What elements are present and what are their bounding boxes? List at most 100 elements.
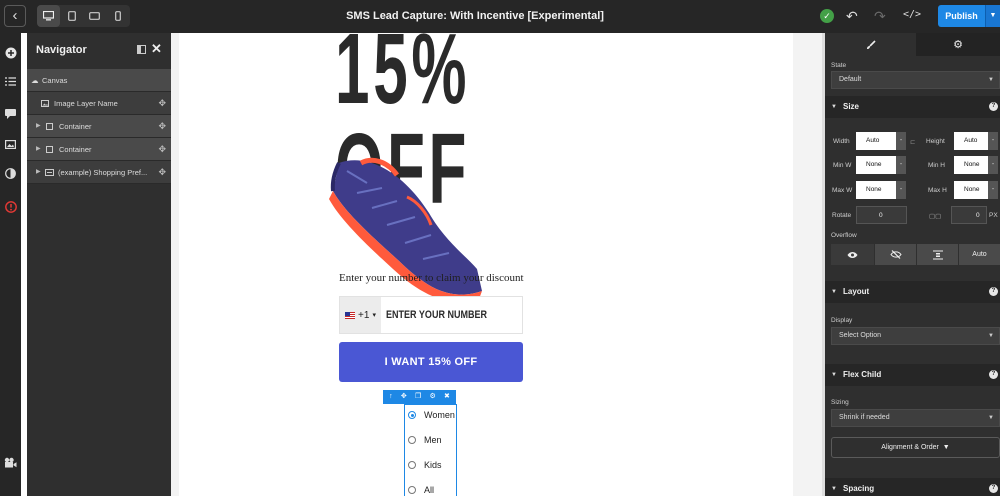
nav-item-container[interactable]: ▶ Container ✥ [27,115,171,138]
section-flex-child[interactable]: ▼ Flex Child ? [825,364,1000,386]
state-value: Default [839,76,862,83]
select-parent-icon[interactable]: ↑ [389,390,393,404]
video-tutorials-button[interactable] [3,455,18,470]
tab-settings[interactable]: ⚙ [916,33,1000,56]
move-icon[interactable]: ✥ [158,92,166,115]
max-width-unit-button[interactable]: - [896,181,906,199]
delete-icon[interactable]: ✖ [444,390,450,404]
chevron-down-icon: ▼ [988,77,994,83]
section-layout[interactable]: ▼ Layout ? [825,281,1000,303]
navigator-button[interactable] [3,74,18,89]
help-icon[interactable]: ? [989,484,998,493]
tablet-landscape-view-button[interactable] [83,5,106,27]
close-icon[interactable]: ✕ [151,41,162,57]
headline-discount[interactable]: 15% [335,33,470,119]
alignment-order-button[interactable]: Alignment & Order ▼ [831,437,1000,458]
radio-option[interactable]: All [408,484,434,496]
radio-button[interactable] [408,486,416,494]
overflow-hidden-button[interactable] [875,244,916,265]
chevron-down-icon: ▼ [831,104,837,110]
code-view-button[interactable]: </> [903,9,921,20]
section-size[interactable]: ▼ Size ? [825,96,1000,118]
max-height-label: Max H [928,187,947,194]
undo-icon[interactable]: ↶ [846,8,858,24]
max-height-unit-button[interactable]: - [988,181,998,199]
tab-style[interactable] [825,33,916,56]
mobile-view-button[interactable] [106,5,129,27]
duplicate-icon[interactable]: ❐ [415,390,421,404]
publish-options-button[interactable]: ▼ [985,5,1000,27]
editor-canvas[interactable]: 15% OFF Enter your number to claim your … [171,33,825,496]
link-icon[interactable]: ⊏ [910,138,915,146]
width-input[interactable]: Auto [856,132,896,150]
chevron-down-icon: ▼ [831,372,837,378]
desktop-view-button[interactable] [37,5,60,27]
add-element-button[interactable] [3,45,18,60]
height-input[interactable]: Auto [954,132,988,150]
media-button[interactable] [3,137,18,152]
phone-input-placeholder[interactable]: ENTER YOUR NUMBER [386,297,487,333]
phone-input-field[interactable]: +1 ▾ ENTER YOUR NUMBER [339,296,523,334]
expand-arrow-icon[interactable]: ▶ [36,161,41,184]
dock-panel-icon[interactable] [137,45,146,54]
tablet-view-button[interactable] [60,5,83,27]
nav-item-container[interactable]: ▶ Container ✥ [27,138,171,161]
max-height-input[interactable]: None [954,181,988,199]
width-unit-button[interactable]: - [896,132,906,150]
back-button[interactable]: ‹ [4,5,26,27]
theme-button[interactable] [3,166,18,181]
expand-arrow-icon[interactable]: ▶ [36,138,41,161]
nav-item-shopping-preferences[interactable]: ▶ (example) Shopping Pref... ✥ [27,161,171,184]
move-icon[interactable]: ✥ [158,138,166,161]
chevron-down-icon: ▼ [831,486,837,492]
settings-icon[interactable]: ⚙ [429,390,435,404]
radio-button[interactable] [408,461,416,469]
min-height-unit-button[interactable]: - [988,156,998,174]
desktop-icon [43,11,54,21]
max-width-input[interactable]: None [856,181,896,199]
add-icon [5,47,16,58]
navigator-title: Navigator [36,44,87,56]
radius-unit[interactable]: PX [989,212,998,219]
radio-button[interactable] [408,436,416,444]
redo-icon[interactable]: ↷ [874,8,886,24]
height-unit-button[interactable]: - [988,132,998,150]
min-height-input[interactable]: None [954,156,988,174]
state-select[interactable]: Default ▼ [831,71,1000,89]
section-spacing[interactable]: ▼ Spacing ? [825,478,1000,496]
overflow-visible-button[interactable] [831,244,874,265]
country-code-select[interactable]: +1 ▾ [340,297,381,333]
overflow-auto-button[interactable]: Auto [959,244,1000,265]
radio-button[interactable] [408,411,416,419]
issues-button[interactable] [3,199,18,214]
radio-option[interactable]: Men [408,434,442,446]
claim-offer-button[interactable]: I WANT 15% OFF [339,342,523,382]
move-icon[interactable]: ✥ [158,161,166,184]
shopping-preference-radio-group[interactable]: Women Men Kids All [404,404,457,496]
help-icon[interactable]: ? [989,370,998,379]
help-icon[interactable]: ? [989,102,998,111]
min-width-unit-button[interactable]: - [896,156,906,174]
nav-item-image-layer[interactable]: Image Layer Name ✥ [27,92,171,115]
min-width-input[interactable]: None [856,156,896,174]
move-icon[interactable]: ✥ [401,390,407,404]
radio-label: Men [424,435,442,445]
expand-arrow-icon[interactable]: ▶ [36,115,41,138]
sizing-select[interactable]: Shrink if needed ▼ [831,409,1000,427]
rotate-input[interactable]: 0 [856,206,907,224]
radio-option[interactable]: Women [408,409,455,421]
radius-input[interactable]: 0 [951,206,987,224]
navigator-panel: Navigator ✕ ☁ Canvas Image Layer Name ✥ … [27,33,171,496]
move-icon[interactable]: ✥ [158,115,166,138]
radio-option[interactable]: Kids [408,459,442,471]
help-icon[interactable]: ? [989,287,998,296]
section-title: Layout [843,287,870,296]
publish-button[interactable]: Publish [938,5,985,27]
overflow-scroll-button[interactable] [917,244,958,265]
display-select[interactable]: Select Option ▼ [831,327,1000,345]
nav-item-canvas[interactable]: ☁ Canvas [27,69,171,92]
nav-item-label: Container [59,122,92,131]
comments-button[interactable] [3,106,18,121]
chevron-down-icon: ▼ [988,333,994,339]
nav-item-label: (example) Shopping Pref... [58,168,148,177]
